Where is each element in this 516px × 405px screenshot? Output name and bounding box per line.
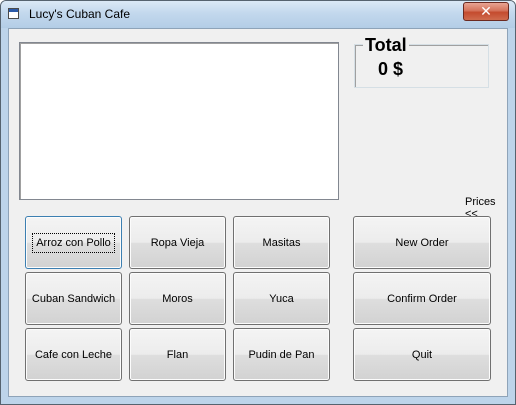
close-button[interactable]: ✕ <box>463 2 509 21</box>
window-title: Lucy's Cuban Cafe <box>29 7 131 21</box>
app-window: Lucy's Cuban Cafe ✕ Total 0 $ Prices << … <box>0 0 516 405</box>
arroz-con-pollo-button[interactable]: Arroz con Pollo <box>25 216 122 269</box>
yuca-label: Yuca <box>269 292 294 305</box>
ropa-vieja-button[interactable]: Ropa Vieja <box>129 216 226 269</box>
pudin-de-pan-button[interactable]: Pudin de Pan <box>233 328 330 381</box>
cuban-sandwich-button[interactable]: Cuban Sandwich <box>25 272 122 325</box>
order-list[interactable] <box>19 42 339 200</box>
moros-label: Moros <box>162 292 193 305</box>
title-bar[interactable]: Lucy's Cuban Cafe ✕ <box>1 1 515 28</box>
cafe-con-leche-label: Cafe con Leche <box>34 348 113 361</box>
quit-button[interactable]: Quit <box>353 328 491 381</box>
masitas-button[interactable]: Masitas <box>233 216 330 269</box>
cuban-sandwich-label: Cuban Sandwich <box>31 292 116 305</box>
window-app-icon[interactable] <box>8 8 19 19</box>
client-area: Total 0 $ Prices << Arroz con Pollo Ropa… <box>8 28 508 397</box>
masitas-label: Masitas <box>262 236 301 249</box>
flan-button[interactable]: Flan <box>129 328 226 381</box>
new-order-label: New Order <box>395 236 449 249</box>
ropa-vieja-label: Ropa Vieja <box>150 236 205 249</box>
confirm-order-button[interactable]: Confirm Order <box>353 272 491 325</box>
cafe-con-leche-button[interactable]: Cafe con Leche <box>25 328 122 381</box>
moros-button[interactable]: Moros <box>129 272 226 325</box>
quit-label: Quit <box>411 348 433 361</box>
pudin-de-pan-label: Pudin de Pan <box>248 348 315 361</box>
close-icon: ✕ <box>480 3 492 19</box>
total-value: 0 $ <box>378 59 404 79</box>
flan-label: Flan <box>166 348 189 361</box>
new-order-button[interactable]: New Order <box>353 216 491 269</box>
yuca-button[interactable]: Yuca <box>233 272 330 325</box>
confirm-order-label: Confirm Order <box>387 292 457 305</box>
total-label: Total <box>363 35 409 56</box>
arroz-con-pollo-label: Arroz con Pollo <box>32 232 115 253</box>
